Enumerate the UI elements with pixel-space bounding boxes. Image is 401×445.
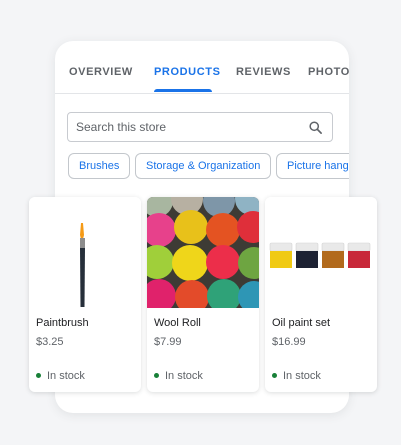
search-icon[interactable]: [308, 120, 323, 135]
product-name: Wool Roll: [154, 317, 201, 329]
stock-status: In stock: [272, 370, 321, 382]
in-stock-dot-icon: [272, 372, 277, 378]
search-box[interactable]: [67, 112, 333, 142]
search-input[interactable]: [76, 119, 296, 135]
paintbrush-image: [29, 197, 141, 308]
active-tab-indicator: [154, 89, 212, 92]
chip-picture-hangers[interactable]: Picture hange: [276, 153, 349, 179]
product-price: $16.99: [272, 336, 306, 348]
tab-products[interactable]: PRODUCTS: [154, 66, 221, 78]
chip-brushes[interactable]: Brushes: [68, 153, 131, 179]
chip-storage-organization[interactable]: Storage & Organization: [135, 153, 272, 179]
product-card-wool-roll[interactable]: Wool Roll $7.99 In stock: [147, 197, 259, 392]
stock-status: In stock: [36, 370, 85, 382]
tab-photos[interactable]: PHOTO: [308, 66, 349, 78]
product-card-oil-paint-set[interactable]: Oil paint set $16.99 In stock: [265, 197, 377, 392]
tab-bar: OVERVIEW PRODUCTS REVIEWS PHOTO: [55, 41, 349, 94]
product-card-paintbrush[interactable]: Paintbrush $3.25 In stock: [29, 197, 141, 392]
product-price: $3.25: [36, 336, 64, 348]
product-name: Oil paint set: [272, 317, 331, 329]
stock-status: In stock: [154, 370, 203, 382]
product-name: Paintbrush: [36, 317, 89, 329]
in-stock-dot-icon: [154, 372, 159, 378]
tab-overview[interactable]: OVERVIEW: [69, 66, 133, 78]
oil-paint-set-image: [265, 197, 377, 308]
wool-roll-image: [147, 197, 259, 308]
product-price: $7.99: [154, 336, 182, 348]
in-stock-dot-icon: [36, 372, 41, 378]
tab-reviews[interactable]: REVIEWS: [236, 66, 291, 78]
